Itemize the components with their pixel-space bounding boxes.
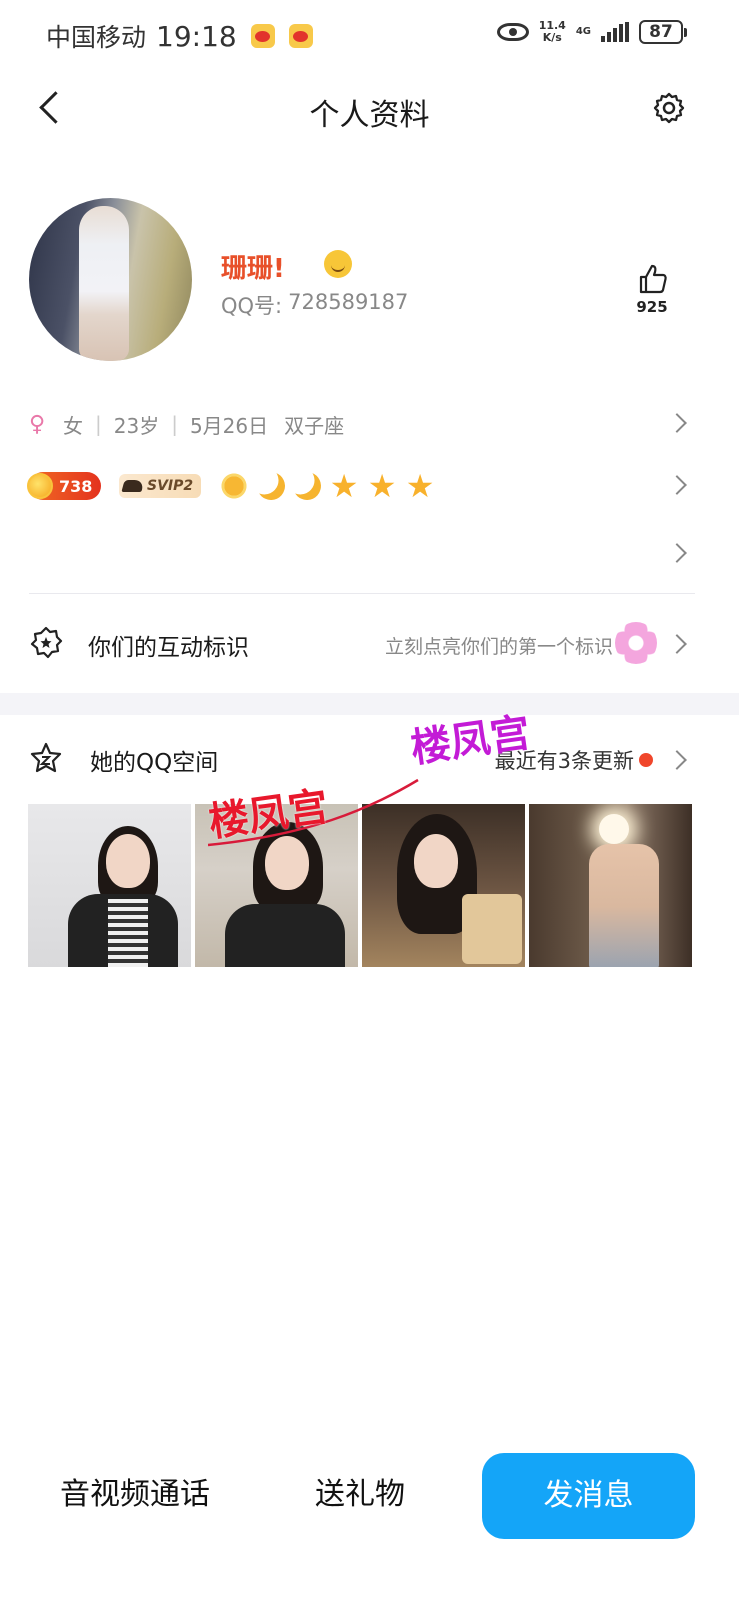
star-icon: ★	[329, 467, 359, 505]
page-title: 个人资料	[309, 98, 430, 133]
smiley-icon	[324, 250, 352, 278]
star-icon: ★	[367, 467, 397, 505]
zodiac: 双子座	[284, 413, 345, 438]
chevron-right-icon[interactable]	[667, 543, 687, 563]
star-icon: ★	[405, 467, 435, 505]
interaction-hint: 立刻点亮你们的第一个标识	[384, 636, 613, 658]
photo-figure	[589, 844, 659, 967]
weibo-notification-icon	[288, 24, 313, 48]
birthday: 5月26日	[189, 413, 269, 438]
avatar-figure	[79, 206, 129, 361]
divider	[29, 593, 695, 594]
qzone-label: 她的QQ空间	[90, 750, 219, 776]
status-bar: 中国移动 19:18 11.4 K/s 4G 87	[0, 0, 739, 70]
carrier-name: 中国移动	[46, 23, 147, 52]
basic-info-row[interactable]: ♀ 女 | 23岁 | 5月26日 双子座	[29, 404, 709, 444]
sun-icon	[219, 471, 250, 501]
flash-glare	[599, 814, 629, 844]
moon-icon	[289, 468, 325, 504]
female-icon: ♀	[29, 411, 46, 437]
signal-icon	[601, 22, 629, 42]
gear-icon[interactable]	[653, 92, 685, 124]
send-message-button[interactable]: 发消息	[482, 1453, 695, 1539]
chevron-right-icon[interactable]	[667, 475, 687, 495]
qq-level-icons: ★ ★ ★	[219, 467, 435, 505]
red-dot-badge	[639, 753, 653, 767]
section-gap	[0, 693, 739, 715]
status-right: 11.4 K/s 4G 87	[496, 20, 687, 44]
status-left: 中国移动 19:18	[46, 18, 313, 54]
bottom-action-bar: 音视频通话 送礼物 发消息	[0, 1450, 739, 1550]
qq-number-line: QQ号: 728589187	[221, 290, 408, 320]
battery-icon: 87	[639, 20, 687, 44]
like-count: 925	[636, 298, 668, 316]
weibo-notification-icon	[250, 24, 275, 48]
nickname: 珊珊!	[221, 254, 285, 284]
flower-icon	[615, 622, 657, 664]
network-type: 4G	[575, 26, 591, 37]
badges-row[interactable]: 738 SVIP2 ★ ★ ★	[27, 467, 435, 505]
qq-number[interactable]: 728589187	[288, 290, 408, 320]
gender: 女	[63, 413, 83, 438]
photo-prop	[462, 894, 522, 964]
qzone-photo[interactable]	[28, 804, 191, 967]
eye-icon	[496, 23, 529, 41]
moon-icon	[253, 468, 289, 504]
nav-header: 个人资料	[0, 70, 739, 150]
network-speed: 11.4 K/s	[539, 20, 566, 44]
network-speed-unit: K/s	[542, 31, 562, 44]
qzone-photo[interactable]	[529, 804, 692, 967]
separator: |	[171, 412, 178, 436]
svip-badge: SVIP2	[119, 474, 202, 498]
interaction-label: 你们的互动标识	[88, 635, 249, 661]
badge-icon	[30, 626, 63, 659]
interaction-mark-row[interactable]: 你们的互动标识 立刻点亮你们的第一个标识	[29, 620, 709, 670]
clock: 19:18	[156, 19, 237, 53]
svip-label: SVIP2	[147, 478, 194, 494]
level-number: 738	[59, 476, 93, 496]
coin-icon	[27, 473, 53, 499]
qzone-star-icon	[30, 742, 62, 773]
level-badge: 738	[27, 472, 101, 500]
send-gift-button[interactable]: 送礼物	[290, 1470, 430, 1520]
separator: |	[95, 412, 102, 436]
avatar[interactable]	[29, 198, 192, 361]
qq-label: QQ号:	[221, 294, 283, 318]
crown-icon	[121, 480, 145, 492]
age: 23岁	[113, 413, 160, 438]
thumbs-up-icon[interactable]	[638, 263, 668, 295]
video-call-button[interactable]: 音视频通话	[40, 1470, 230, 1520]
